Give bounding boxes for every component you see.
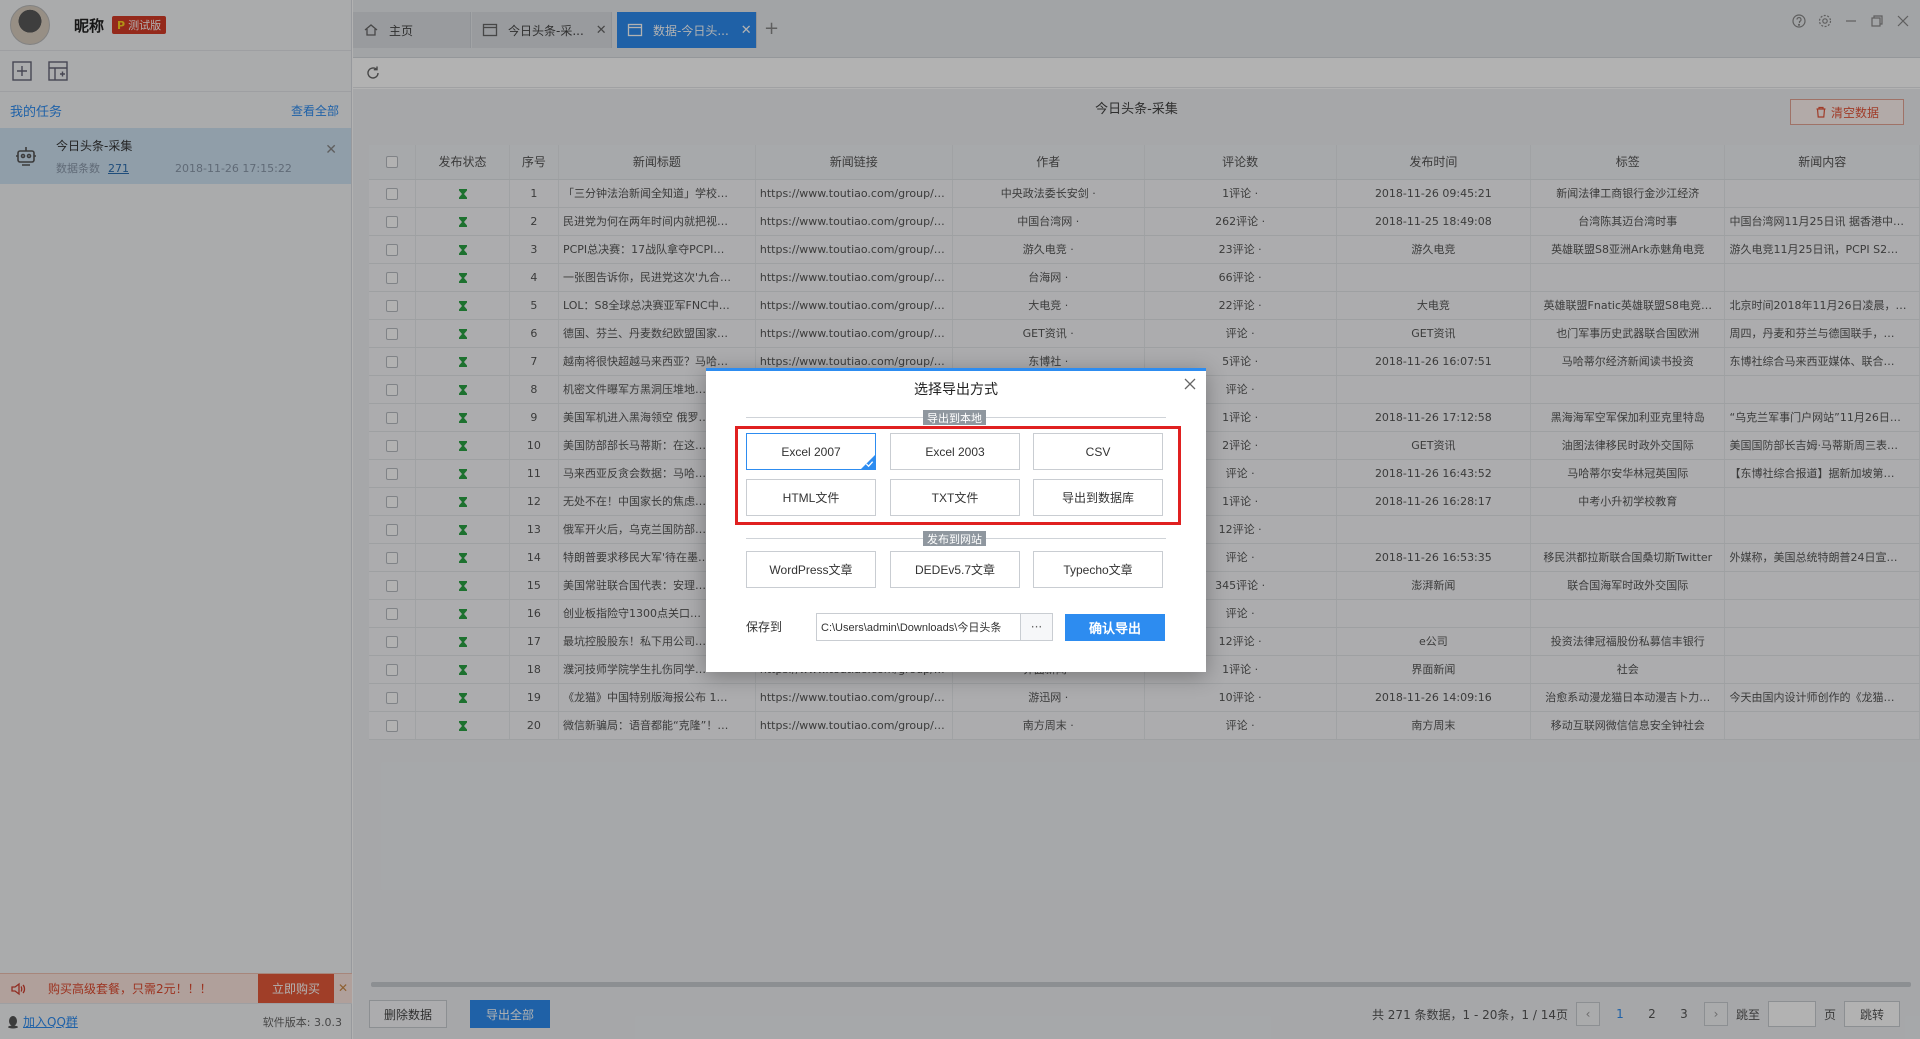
option-label: DEDEv5.7文章 [914,563,996,577]
option-excel-2003[interactable]: Excel 2003 [890,433,1020,470]
save-to-label: 保存到 [746,620,783,634]
option-txt-file[interactable]: TXT文件 [890,479,1020,516]
option-label: CSV [1085,444,1111,459]
option-label: Typecho文章 [1063,563,1133,577]
export-dialog: 选择导出方式 导出到本地 Excel 2007 Excel 2003 CSV H… [706,368,1206,672]
option-label: TXT文件 [931,491,979,505]
section-local-label: 导出到本地 [923,410,986,425]
option-label: Excel 2007 [781,444,841,459]
option-export-database[interactable]: 导出到数据库 [1033,479,1163,516]
option-label: 导出到数据库 [1061,491,1134,505]
close-icon[interactable] [1182,376,1198,392]
save-path-input[interactable]: C:\Users\admin\Downloads\今日头条 [816,613,1021,641]
option-dede[interactable]: DEDEv5.7文章 [890,551,1020,588]
section-site-label: 发布到网站 [923,531,986,546]
option-label: WordPress文章 [769,563,853,577]
option-label: Excel 2003 [925,444,985,459]
check-icon [865,461,874,468]
option-html-file[interactable]: HTML文件 [746,479,876,516]
confirm-export-button[interactable]: 确认导出 [1065,614,1165,641]
browse-button[interactable]: ··· [1021,613,1053,641]
option-excel-2007[interactable]: Excel 2007 [746,433,876,470]
option-label: HTML文件 [782,491,840,505]
option-typecho[interactable]: Typecho文章 [1033,551,1163,588]
dialog-title: 选择导出方式 [914,382,998,398]
option-wordpress[interactable]: WordPress文章 [746,551,876,588]
option-csv[interactable]: CSV [1033,433,1163,470]
